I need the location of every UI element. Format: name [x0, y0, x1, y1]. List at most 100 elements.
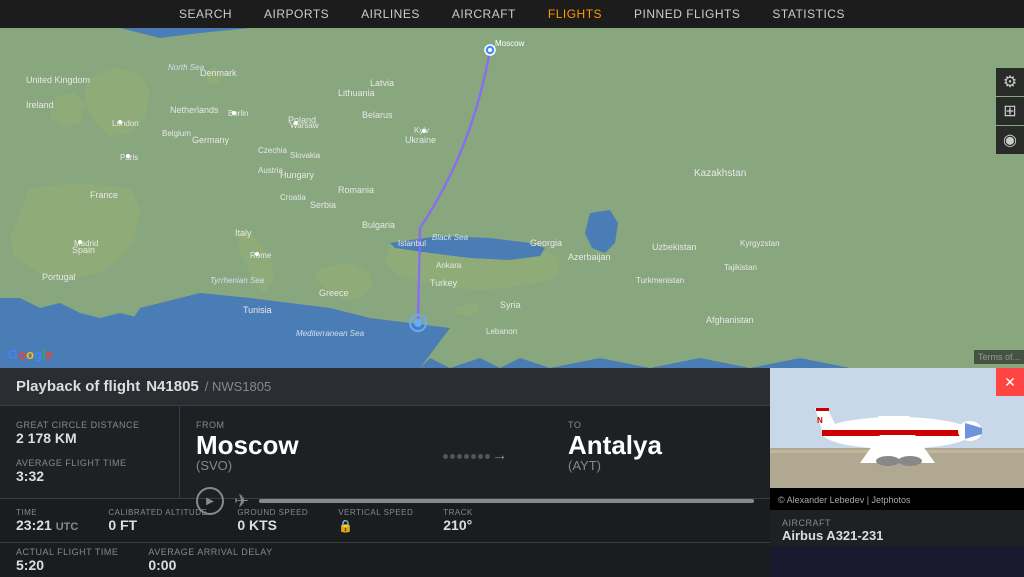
- svg-text:London: London: [112, 119, 139, 128]
- svg-text:Hungary: Hungary: [280, 170, 315, 180]
- svg-text:Moscow: Moscow: [495, 39, 525, 48]
- svg-text:Greece: Greece: [319, 288, 349, 298]
- center-flight: FROM Moscow (SVO) → TO Antalya (AYT): [180, 406, 770, 498]
- track-value: 210°: [443, 517, 473, 533]
- lock-icon: 🔒: [338, 519, 353, 533]
- svg-text:Kyrgyzstan: Kyrgyzstan: [740, 239, 780, 248]
- svg-text:Ankara: Ankara: [436, 261, 462, 270]
- speed-label: GROUND SPEED: [237, 508, 308, 517]
- svg-text:Georgia: Georgia: [530, 238, 562, 248]
- aircraft-type-label: AIRCRAFT: [782, 518, 1012, 528]
- progress-fill: [259, 499, 754, 503]
- to-block: TO Antalya (AYT): [568, 420, 754, 473]
- navigation: SEARCH AIRPORTS AIRLINES AIRCRAFT FLIGHT…: [0, 0, 1024, 28]
- vspeed-field: VERTICAL SPEED 🔒: [338, 508, 413, 533]
- time-label: TIME: [16, 508, 78, 517]
- svg-text:Turkey: Turkey: [430, 278, 458, 288]
- stats-row: GREAT CIRCLE DISTANCE 2 178 KM AVERAGE F…: [0, 406, 770, 498]
- svg-text:Tunisia: Tunisia: [243, 305, 272, 315]
- arrow-section: →: [382, 447, 568, 473]
- flight-number: N41805: [146, 378, 199, 395]
- map-controls: ⚙ ⊞ ◉: [996, 68, 1024, 155]
- svg-text:Germany: Germany: [192, 135, 230, 145]
- distance-label: GREAT CIRCLE DISTANCE: [16, 420, 163, 430]
- altitude-field: CALIBRATED ALTITUDE 0 FT: [108, 508, 207, 533]
- svg-text:Lebanon: Lebanon: [486, 327, 517, 336]
- time-field: TIME 23:21 UTC: [16, 508, 78, 533]
- avg-flight-value: 3:32: [16, 468, 163, 484]
- svg-text:Kazakhstan: Kazakhstan: [694, 168, 746, 179]
- speed-field: GROUND SPEED 0 KTS: [237, 508, 308, 533]
- svg-text:Serbia: Serbia: [310, 200, 336, 210]
- map-zoom-control[interactable]: ⚙: [996, 68, 1024, 96]
- nav-search[interactable]: SEARCH: [163, 0, 248, 28]
- flight-title-bar: Playback of flight N41805 / NWS1805: [0, 368, 770, 406]
- map[interactable]: Moscow United Kingdom Ireland France Spa…: [0, 28, 1024, 368]
- terms-text: Terms of...: [974, 350, 1024, 364]
- map-btn-3[interactable]: ◉: [996, 126, 1024, 154]
- altitude-label: CALIBRATED ALTITUDE: [108, 508, 207, 517]
- photo-credit-bar: © Alexander Lebedev | Jetphotos: [770, 488, 1024, 510]
- nav-aircraft[interactable]: AIRCRAFT: [436, 0, 532, 28]
- svg-text:Ukraine: Ukraine: [405, 135, 436, 145]
- progress-bar[interactable]: [259, 499, 754, 503]
- bottom-panel: Playback of flight N41805 / NWS1805 GREA…: [0, 368, 770, 546]
- actual-flight-value: 5:20: [16, 557, 118, 573]
- actual-flight-stat: ACTUAL FLIGHT TIME 5:20: [16, 547, 118, 573]
- svg-text:Berlin: Berlin: [228, 109, 248, 118]
- nav-flights[interactable]: FLIGHTS: [532, 0, 618, 28]
- svg-text:Tyrrhenian Sea: Tyrrhenian Sea: [210, 276, 265, 285]
- svg-text:Ireland: Ireland: [26, 100, 54, 110]
- svg-text:Bulgaria: Bulgaria: [362, 220, 395, 230]
- svg-text:Kyiv: Kyiv: [414, 126, 429, 135]
- avg-flight-stat: AVERAGE FLIGHT TIME 3:32: [16, 458, 163, 484]
- svg-text:Azerbaijan: Azerbaijan: [568, 252, 611, 262]
- svg-text:Croatia: Croatia: [280, 193, 306, 202]
- from-to-row: FROM Moscow (SVO) → TO Antalya (AYT): [196, 420, 754, 473]
- avg-delay-label: AVERAGE ARRIVAL DELAY: [148, 547, 272, 557]
- svg-text:Afghanistan: Afghanistan: [706, 315, 754, 325]
- svg-text:Mediterranean Sea: Mediterranean Sea: [296, 329, 365, 338]
- nav-airlines[interactable]: AIRLINES: [345, 0, 436, 28]
- close-button[interactable]: ✕: [996, 368, 1024, 396]
- track-label: TRACK: [443, 508, 473, 517]
- map-btn-2[interactable]: ⊞: [996, 97, 1024, 125]
- svg-text:Rome: Rome: [250, 251, 272, 260]
- svg-text:Italy: Italy: [235, 228, 252, 238]
- svg-text:Belgium: Belgium: [162, 129, 191, 138]
- distance-stat: GREAT CIRCLE DISTANCE 2 178 KM: [16, 420, 163, 446]
- svg-text:Latvia: Latvia: [370, 78, 394, 88]
- dots-arrow: →: [443, 447, 508, 465]
- svg-text:Portugal: Portugal: [42, 272, 76, 282]
- svg-text:Uzbekistan: Uzbekistan: [652, 242, 697, 252]
- svg-text:Slovakia: Slovakia: [290, 151, 321, 160]
- left-stats: GREAT CIRCLE DISTANCE 2 178 KM AVERAGE F…: [0, 406, 180, 498]
- nav-pinned[interactable]: PINNED FLIGHTS: [618, 0, 756, 28]
- google-logo: Google: [8, 346, 53, 364]
- svg-text:United Kingdom: United Kingdom: [26, 75, 90, 85]
- svg-text:Black Sea: Black Sea: [432, 233, 469, 242]
- time-value: 23:21 UTC: [16, 517, 78, 533]
- svg-text:Belarus: Belarus: [362, 110, 393, 120]
- callsign: / NWS1805: [205, 379, 271, 394]
- nav-airports[interactable]: AIRPORTS: [248, 0, 345, 28]
- svg-text:France: France: [90, 190, 118, 200]
- playback-label: Playback of flight: [16, 378, 140, 395]
- svg-text:North Sea: North Sea: [168, 63, 205, 72]
- to-code: (AYT): [568, 458, 754, 473]
- distance-value: 2 178 KM: [16, 430, 163, 446]
- to-label: TO: [568, 420, 754, 430]
- track-field: TRACK 210°: [443, 508, 473, 533]
- svg-text:Denmark: Denmark: [200, 68, 237, 78]
- from-code: (SVO): [196, 458, 382, 473]
- speed-value: 0 KTS: [237, 517, 308, 533]
- svg-text:Syria: Syria: [500, 300, 521, 310]
- svg-text:N: N: [817, 416, 823, 425]
- from-city: Moscow: [196, 432, 382, 458]
- svg-text:Netherlands: Netherlands: [170, 105, 219, 115]
- svg-text:Madrid: Madrid: [74, 239, 98, 248]
- svg-text:Romania: Romania: [338, 185, 374, 195]
- from-block: FROM Moscow (SVO): [196, 420, 382, 473]
- altitude-value: 0 FT: [108, 517, 207, 533]
- nav-statistics[interactable]: STATISTICS: [756, 0, 861, 28]
